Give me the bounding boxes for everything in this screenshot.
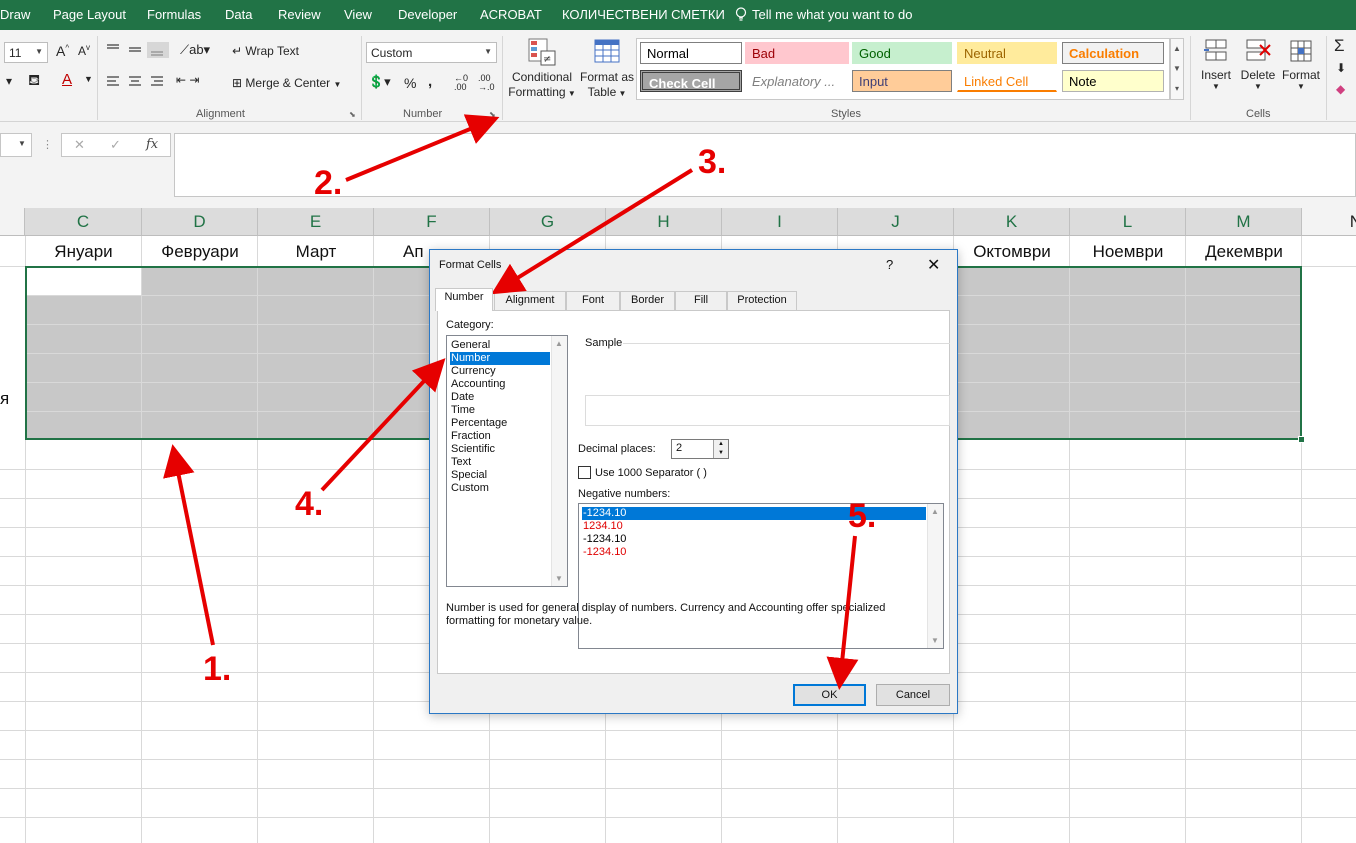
arrow-5 <box>826 535 859 690</box>
annotation-label-2: 2. <box>314 164 343 202</box>
annotation-label-5: 5. <box>848 497 877 535</box>
annotation-arrows <box>163 114 859 690</box>
annotation-label-1: 1. <box>203 650 232 688</box>
tab-number[interactable]: Number <box>435 288 493 311</box>
arrow-3 <box>491 168 694 295</box>
annotation-label-4: 4. <box>295 485 324 523</box>
excel-window: Draw Page Layout Formulas Data Review Vi… <box>0 0 1356 843</box>
arrow-2 <box>345 114 500 182</box>
arrow-4 <box>320 358 446 492</box>
annotation-label-3: 3. <box>698 143 727 181</box>
arrow-1 <box>163 444 215 646</box>
